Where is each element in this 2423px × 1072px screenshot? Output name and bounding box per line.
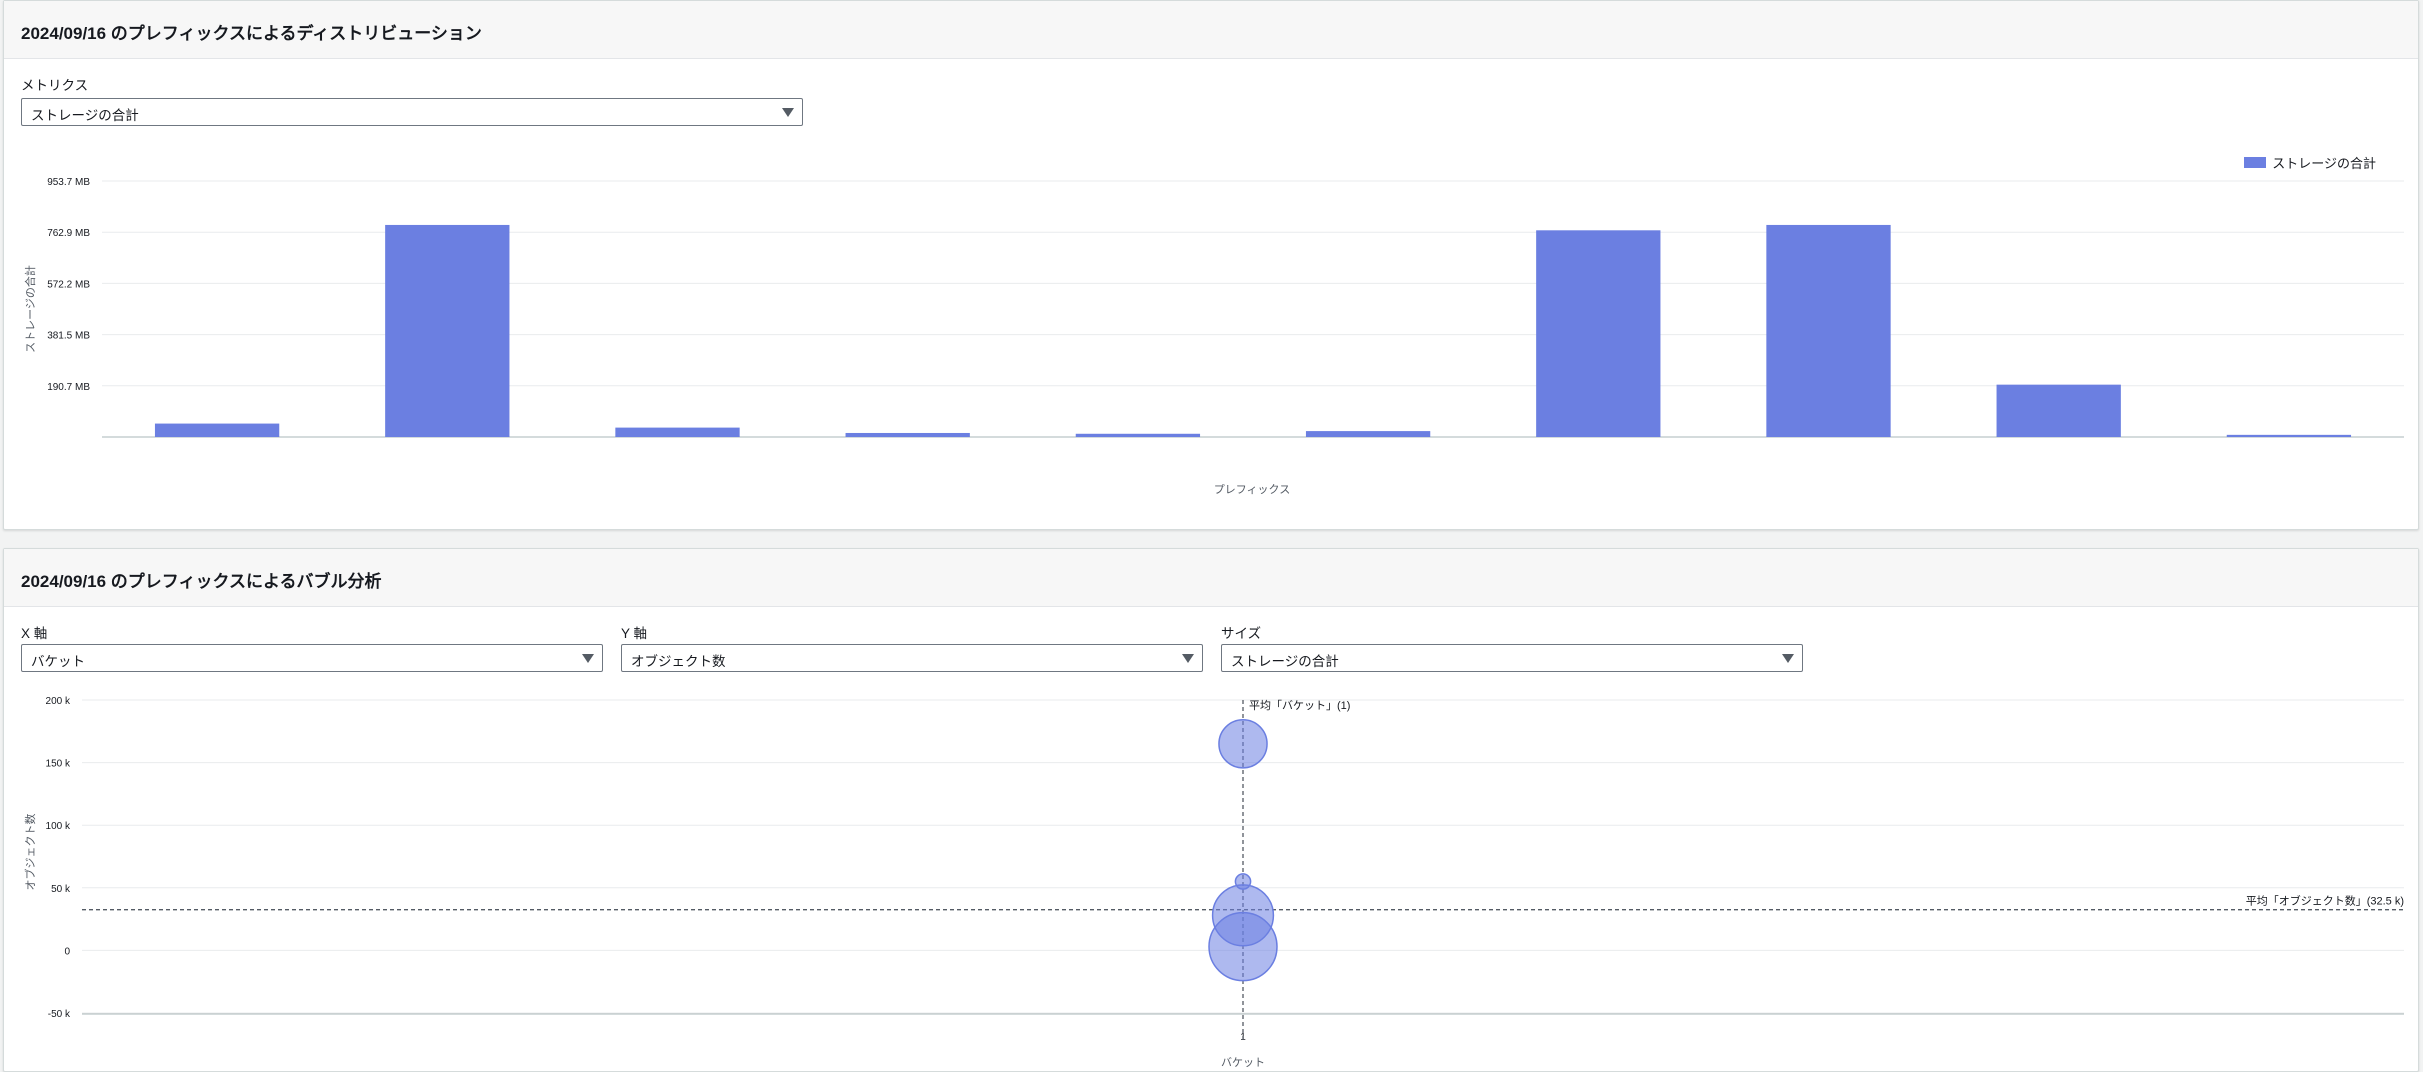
distribution-panel: 2024/09/16 のプレフィックスによるディストリビューション メトリクス … [3, 0, 2419, 530]
mean-x-label: 平均「バケット」(1) [1249, 699, 1350, 712]
y-axis-title: オブジェクト数 [23, 814, 37, 891]
bar [154, 423, 280, 437]
y-tick-label: 953.7 MB [47, 177, 90, 188]
y-axis-field-label: Y 軸 [621, 626, 648, 641]
x-axis-select[interactable]: バケット [21, 644, 603, 672]
bar [1536, 230, 1661, 437]
bar [615, 427, 740, 437]
bubble [1218, 719, 1268, 769]
bar [1075, 433, 1201, 437]
caret-down-icon [1782, 654, 1794, 663]
bar [845, 432, 970, 437]
y-tick-label: 762.9 MB [47, 228, 90, 239]
bubble-panel: 2024/09/16 のプレフィックスによるバブル分析 X 軸 バケット Y 軸… [3, 548, 2419, 1072]
size-select-value: ストレージの合計 [1231, 654, 1339, 669]
x-axis-title: プレフィックス [1214, 483, 1290, 496]
y-tick-label: 100 k [46, 821, 71, 832]
bar [385, 224, 510, 437]
size-field-label: サイズ [1221, 626, 1262, 641]
bar [2226, 434, 2352, 437]
bubble-chart: オブジェクト数 バケット -50 k050 k100 k150 k200 k1平… [23, 696, 2404, 1069]
bubble [1208, 911, 1278, 982]
y-tick-label: 150 k [46, 759, 71, 770]
y-axis-title: ストレージの合計 [23, 265, 37, 353]
distribution-bar-chart: ストレージの合計 プレフィックス 190.7 MB 381.5 MB 572.2 M… [23, 177, 2404, 496]
x-axis-title: バケット [1221, 1056, 1265, 1069]
size-select[interactable]: ストレージの合計 [1221, 644, 1803, 672]
y-tick-label: 190.7 MB [47, 382, 90, 393]
y-tick-label: 381.5 MB [47, 331, 90, 342]
caret-down-icon [582, 654, 594, 663]
bubble-title: 2024/09/16 のプレフィックスによるバブル分析 [4, 549, 2418, 607]
y-tick-label: 50 k [51, 884, 71, 895]
y-axis-select-value: オブジェクト数 [631, 654, 726, 669]
bar [1766, 224, 1891, 437]
y-tick-label: 0 [64, 946, 70, 957]
y-axis-select[interactable]: オブジェクト数 [621, 644, 1203, 672]
bar [1996, 384, 2121, 437]
mean-y-label: 平均「オブジェクト数」(32.5 k) [2246, 894, 2404, 908]
x-axis-field-label: X 軸 [21, 626, 48, 641]
x-axis-select-value: バケット [31, 654, 85, 669]
y-tick-label: 572.2 MB [47, 279, 90, 290]
bar [1305, 431, 1431, 437]
y-tick-label: -50 k [48, 1009, 71, 1020]
distribution-title: 2024/09/16 のプレフィックスによるディストリビューション [4, 1, 2418, 59]
y-tick-label: 200 k [46, 696, 71, 707]
caret-down-icon [1182, 654, 1194, 663]
